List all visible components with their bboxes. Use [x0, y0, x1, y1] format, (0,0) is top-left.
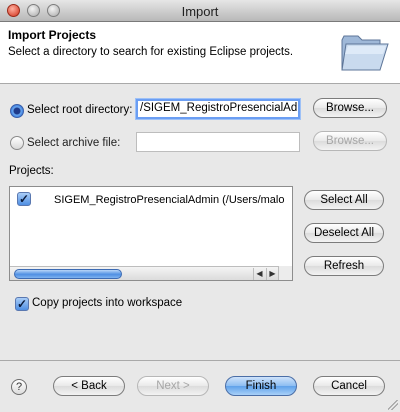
scroll-corner: [278, 266, 292, 280]
wizard-header: Import Projects Select a directory to se…: [0, 22, 400, 84]
resize-grip-icon[interactable]: [388, 400, 398, 410]
archive-file-input[interactable]: [136, 132, 300, 152]
cancel-button[interactable]: Cancel: [313, 376, 385, 396]
scrollbar-thumb[interactable]: [14, 269, 122, 279]
project-label: SIGEM_RegistroPresencialAdmin (/Users/ma…: [54, 194, 285, 206]
copy-into-workspace-label: Copy projects into workspace: [32, 297, 183, 309]
select-archive-file-label: Select archive file:: [27, 137, 121, 149]
open-folder-icon: [341, 35, 389, 71]
next-button[interactable]: Next >: [137, 376, 209, 396]
select-root-directory-radio[interactable]: [10, 104, 24, 118]
page-title: Import Projects: [8, 28, 97, 42]
help-icon[interactable]: ?: [11, 379, 27, 395]
back-button[interactable]: < Back: [53, 376, 125, 396]
browse-archive-file-button[interactable]: Browse...: [313, 131, 387, 151]
window-title: Import: [181, 4, 219, 19]
scroll-right-arrow-icon[interactable]: ▶: [266, 268, 278, 280]
select-all-button[interactable]: Select All: [304, 190, 384, 210]
browse-root-directory-button[interactable]: Browse...: [313, 98, 387, 118]
title-bar: Import: [0, 0, 400, 22]
import-dialog: Import Import Projects Select a director…: [0, 0, 400, 412]
deselect-all-button[interactable]: Deselect All: [304, 223, 384, 243]
select-root-directory-label: Select root directory:: [27, 104, 133, 116]
select-archive-file-radio[interactable]: [10, 136, 24, 150]
project-checkbox[interactable]: ✓: [17, 192, 31, 206]
horizontal-scrollbar[interactable]: ◀ ▶: [10, 266, 292, 280]
projects-label: Projects:: [9, 165, 54, 177]
finish-button[interactable]: Finish: [225, 376, 297, 396]
page-description: Select a directory to search for existin…: [8, 46, 294, 58]
footer-separator: [0, 360, 400, 361]
scroll-left-arrow-icon[interactable]: ◀: [253, 268, 265, 280]
copy-into-workspace-checkbox[interactable]: ✓: [15, 297, 29, 311]
refresh-button[interactable]: Refresh: [304, 256, 384, 276]
root-directory-input[interactable]: /SIGEM_RegistroPresencialAdmin: [136, 99, 300, 119]
projects-list[interactable]: ✓ SIGEM_RegistroPresencialAdmin (/Users/…: [9, 186, 293, 281]
